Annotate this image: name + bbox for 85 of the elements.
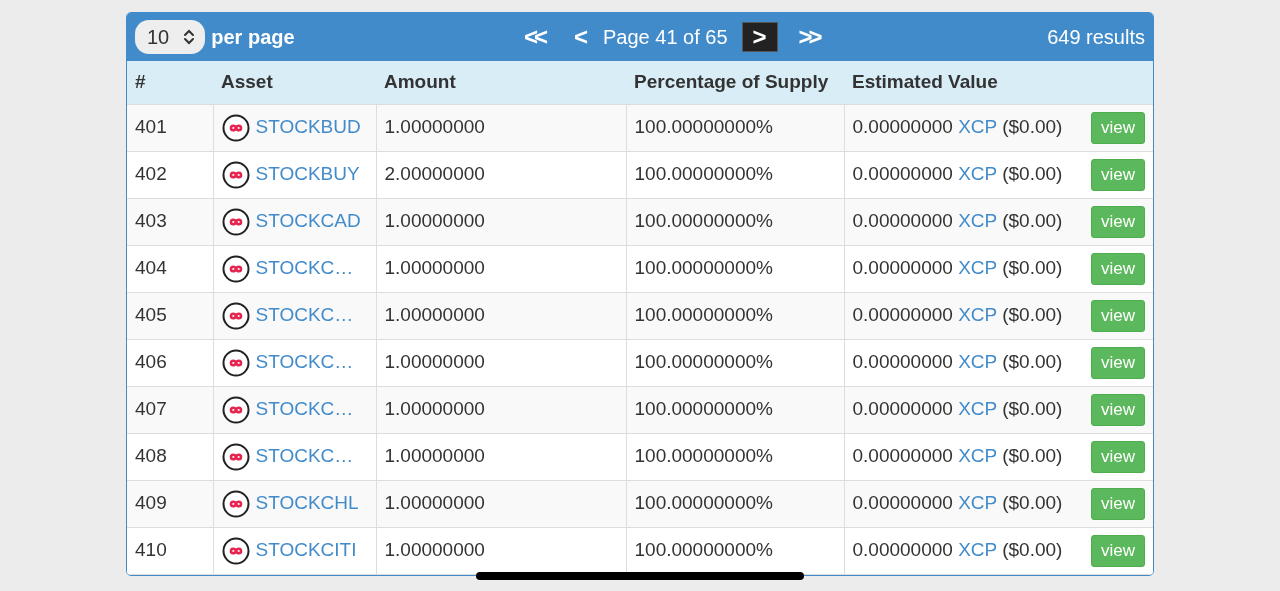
percentage-cell: 100.00000000% [634, 492, 773, 514]
percentage-cell: 100.00000000% [634, 351, 773, 373]
per-page-select[interactable]: 10 [135, 20, 206, 54]
currency-link[interactable]: XCP [958, 539, 997, 561]
percentage-cell: 100.00000000% [634, 304, 773, 326]
amount-cell: 1.00000000 [384, 210, 485, 232]
amount-cell: 1.00000000 [384, 539, 485, 561]
view-button[interactable]: view [1091, 158, 1145, 191]
view-button[interactable]: view [1091, 111, 1145, 144]
column-header: Amount [384, 71, 456, 92]
column-header: Estimated Value [852, 71, 998, 92]
row-number: 407 [135, 398, 167, 420]
row-number: 406 [135, 351, 167, 373]
home-indicator[interactable] [476, 572, 804, 580]
amount-cell: 1.00000000 [384, 257, 485, 279]
view-button[interactable]: view [1091, 393, 1145, 426]
currency-link[interactable]: XCP [958, 398, 997, 420]
currency-link[interactable]: XCP [958, 163, 997, 185]
column-header: Asset [221, 71, 273, 92]
currency-link[interactable]: XCP [958, 210, 997, 232]
view-button[interactable]: view [1091, 440, 1145, 473]
page-indicator: Page 41 of 65 [603, 25, 728, 50]
currency-link[interactable]: XCP [958, 257, 997, 279]
asset-logo-icon [221, 113, 250, 142]
view-button[interactable]: view [1091, 346, 1145, 379]
amount-cell: 1.00000000 [384, 116, 485, 138]
row-number: 408 [135, 445, 167, 467]
asset-logo-icon [221, 348, 250, 377]
estimated-value: 0.00000000 XCP ($0.00) [852, 115, 1063, 140]
asset-logo-icon [221, 254, 250, 283]
view-button[interactable]: view [1091, 252, 1145, 285]
asset-logo-icon [221, 395, 250, 424]
amount-cell: 1.00000000 [384, 398, 485, 420]
asset-logo-icon [221, 489, 250, 518]
amount-cell: 1.00000000 [384, 492, 485, 514]
asset-logo-icon [221, 301, 250, 330]
next-page-button[interactable]: > [741, 22, 778, 52]
estimated-value: 0.00000000 XCP ($0.00) [852, 444, 1063, 469]
asset-logo-icon [221, 536, 250, 565]
amount-cell: 1.00000000 [384, 445, 485, 467]
amount-cell: 1.00000000 [384, 351, 485, 373]
row-number: 410 [135, 539, 167, 561]
row-number: 409 [135, 492, 167, 514]
percentage-cell: 100.00000000% [634, 257, 773, 279]
last-page-button[interactable]: >> [791, 19, 826, 55]
asset-logo-icon [221, 442, 250, 471]
percentage-cell: 100.00000000% [634, 445, 773, 467]
asset-logo-icon [221, 207, 250, 236]
per-page-label: per page [211, 25, 295, 50]
percentage-cell: 100.00000000% [634, 163, 773, 185]
currency-link[interactable]: XCP [958, 351, 997, 373]
row-number: 404 [135, 257, 167, 279]
estimated-value: 0.00000000 XCP ($0.00) [852, 491, 1063, 516]
view-button[interactable]: view [1091, 534, 1145, 567]
currency-link[interactable]: XCP [958, 445, 997, 467]
row-number: 403 [135, 210, 167, 232]
chevron-updown-icon [183, 29, 196, 45]
row-number: 402 [135, 163, 167, 185]
first-page-button[interactable]: << [517, 19, 551, 55]
asset-logo-icon [221, 160, 250, 189]
view-button[interactable]: view [1091, 487, 1145, 520]
row-number: 405 [135, 304, 167, 326]
amount-cell: 1.00000000 [384, 304, 485, 326]
column-header: Percentage of Supply [634, 71, 829, 92]
results-count: 649 results [1047, 25, 1145, 50]
currency-link[interactable]: XCP [958, 116, 997, 138]
previous-page-button[interactable]: < [571, 19, 591, 55]
estimated-value: 0.00000000 XCP ($0.00) [852, 303, 1063, 328]
percentage-cell: 100.00000000% [634, 539, 773, 561]
percentage-cell: 100.00000000% [634, 116, 773, 138]
view-button[interactable]: view [1091, 299, 1145, 332]
amount-cell: 2.00000000 [384, 163, 485, 185]
estimated-value: 0.00000000 XCP ($0.00) [852, 397, 1063, 422]
estimated-value: 0.00000000 XCP ($0.00) [852, 538, 1063, 563]
row-number: 401 [135, 116, 167, 138]
estimated-value: 0.00000000 XCP ($0.00) [852, 256, 1063, 281]
estimated-value: 0.00000000 XCP ($0.00) [852, 350, 1063, 375]
estimated-value: 0.00000000 XCP ($0.00) [852, 209, 1063, 234]
percentage-cell: 100.00000000% [634, 210, 773, 232]
estimated-value: 0.00000000 XCP ($0.00) [852, 162, 1063, 187]
currency-link[interactable]: XCP [958, 304, 997, 326]
currency-link[interactable]: XCP [958, 492, 997, 514]
view-button[interactable]: view [1091, 205, 1145, 238]
percentage-cell: 100.00000000% [634, 398, 773, 420]
column-header: # [135, 71, 146, 92]
